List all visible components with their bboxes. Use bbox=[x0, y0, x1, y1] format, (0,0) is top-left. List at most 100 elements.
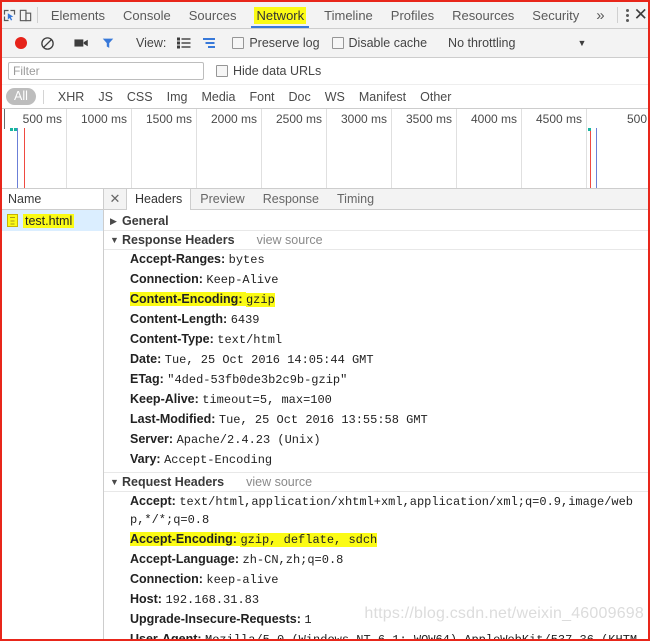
more-tabs-icon[interactable]: » bbox=[588, 2, 612, 28]
tab-sources[interactable]: Sources bbox=[180, 2, 246, 28]
tab-preview[interactable]: Preview bbox=[191, 189, 253, 209]
network-overview-timeline[interactable]: 500 ms 1000 ms 1500 ms 2000 ms 2500 ms 3… bbox=[2, 109, 648, 189]
kebab-menu-icon[interactable] bbox=[621, 2, 633, 28]
section-response-headers[interactable]: ▼ Response Headers view source bbox=[104, 231, 648, 250]
header-key: Connection: bbox=[130, 572, 203, 586]
type-filter-img[interactable]: Img bbox=[160, 90, 195, 104]
header-row: Vary: Accept-Encoding bbox=[104, 450, 648, 470]
type-filter-doc[interactable]: Doc bbox=[282, 90, 318, 104]
tab-timeline[interactable]: Timeline bbox=[315, 2, 382, 28]
timeline-tick: 1500 ms bbox=[145, 112, 192, 126]
close-icon[interactable]: ✕ bbox=[633, 2, 648, 28]
type-filter-manifest[interactable]: Manifest bbox=[352, 90, 413, 104]
record-button[interactable] bbox=[8, 30, 34, 56]
chevron-down-icon: ▼ bbox=[110, 477, 119, 487]
filter-bar: Hide data URLs bbox=[2, 58, 648, 85]
header-row: Last-Modified: Tue, 25 Oct 2016 13:55:58… bbox=[104, 410, 648, 430]
header-row: Server: Apache/2.4.23 (Unix) bbox=[104, 430, 648, 450]
timeline-tick: 3500 ms bbox=[405, 112, 452, 126]
section-general[interactable]: ▶ General bbox=[104, 212, 648, 231]
disable-cache-label: Disable cache bbox=[348, 36, 428, 50]
type-filter-media[interactable]: Media bbox=[194, 90, 242, 104]
type-filter-other[interactable]: Other bbox=[413, 90, 458, 104]
header-row: Connection: keep-alive bbox=[104, 570, 648, 590]
view-source-link-request[interactable]: view source bbox=[246, 475, 312, 489]
section-general-title: General bbox=[122, 214, 169, 228]
header-key: Host: bbox=[130, 592, 162, 606]
tab-security[interactable]: Security bbox=[523, 2, 588, 28]
timeline-tick: 2500 ms bbox=[275, 112, 322, 126]
type-filter-css[interactable]: CSS bbox=[120, 90, 160, 104]
chevron-down-icon: ▼ bbox=[110, 235, 119, 245]
header-value: gzip bbox=[245, 293, 275, 307]
hide-data-urls-box bbox=[216, 65, 228, 77]
chevron-right-icon: ▶ bbox=[110, 215, 117, 226]
header-row: Accept-Ranges: bytes bbox=[104, 250, 648, 270]
header-key: Server: bbox=[130, 432, 174, 446]
header-value: 192.168.31.83 bbox=[165, 593, 260, 607]
waterfall-view-icon[interactable] bbox=[197, 30, 223, 56]
clear-icon[interactable] bbox=[34, 30, 60, 56]
view-source-link-response[interactable]: view source bbox=[257, 233, 323, 247]
tab-elements[interactable]: Elements bbox=[42, 2, 114, 28]
header-value: text/html,application/xhtml+xml,applicat… bbox=[130, 495, 634, 527]
tab-profiles[interactable]: Profiles bbox=[382, 2, 443, 28]
tab-timing[interactable]: Timing bbox=[328, 189, 383, 209]
disable-cache-checkbox[interactable]: Disable cache bbox=[331, 36, 428, 50]
type-filter-bar: All XHR JS CSS Img Media Font Doc WS Man… bbox=[2, 85, 648, 109]
requests-column-header[interactable]: Name bbox=[2, 189, 103, 210]
timeline-tick: 500 ms bbox=[22, 112, 62, 126]
detail-close-icon[interactable]: ✕ bbox=[104, 189, 126, 209]
throttling-select[interactable]: No throttling ▼ bbox=[448, 36, 586, 50]
type-filter-font[interactable]: Font bbox=[243, 90, 282, 104]
section-request-headers-title: Request Headers bbox=[122, 475, 225, 489]
device-toolbar-icon[interactable] bbox=[18, 2, 34, 28]
network-toolbar: View: Preserve log Disable cache No thro… bbox=[2, 29, 648, 58]
tab-headers[interactable]: Headers bbox=[126, 189, 192, 210]
header-value: Tue, 25 Oct 2016 13:55:58 GMT bbox=[218, 413, 428, 427]
timeline-tick: 2000 ms bbox=[210, 112, 257, 126]
preserve-log-checkbox[interactable]: Preserve log bbox=[232, 36, 320, 50]
tab-console[interactable]: Console bbox=[114, 2, 180, 28]
hide-data-urls-checkbox[interactable]: Hide data URLs bbox=[216, 64, 321, 78]
overview-domcontent-line-start bbox=[17, 128, 18, 188]
filter-funnel-icon[interactable] bbox=[95, 30, 121, 56]
header-key: Accept-Language: bbox=[130, 552, 240, 566]
header-row: Accept-Language: zh-CN,zh;q=0.8 bbox=[104, 550, 648, 570]
type-filter-all[interactable]: All bbox=[6, 88, 36, 105]
header-value: timeout=5, max=100 bbox=[202, 393, 332, 407]
header-value: 6439 bbox=[230, 313, 260, 327]
tabbar-divider-right bbox=[616, 7, 618, 23]
tab-resources[interactable]: Resources bbox=[443, 2, 523, 28]
timeline-tick: 4000 ms bbox=[470, 112, 517, 126]
tab-network[interactable]: Network bbox=[245, 2, 315, 28]
camera-icon[interactable] bbox=[69, 30, 95, 56]
preserve-log-label: Preserve log bbox=[249, 36, 320, 50]
header-key: Upgrade-Insecure-Requests: bbox=[130, 612, 301, 626]
timeline-tick: 1000 ms bbox=[80, 112, 127, 126]
type-filter-ws[interactable]: WS bbox=[318, 90, 352, 104]
table-row[interactable]: test.html bbox=[2, 210, 103, 231]
type-filter-js[interactable]: JS bbox=[91, 90, 120, 104]
filter-input[interactable] bbox=[8, 62, 204, 80]
header-value: Keep-Alive bbox=[206, 273, 279, 287]
overview-request-marker bbox=[10, 128, 13, 131]
header-row: Content-Type: text/html bbox=[104, 330, 648, 350]
type-filter-xhr[interactable]: XHR bbox=[51, 90, 91, 104]
throttling-value: No throttling bbox=[448, 36, 516, 50]
header-value: Apache/2.4.23 (Unix) bbox=[176, 433, 321, 447]
header-key: Connection: bbox=[130, 272, 203, 286]
header-row: Host: 192.168.31.83 bbox=[104, 590, 648, 610]
header-key: Content-Encoding: bbox=[130, 292, 243, 306]
document-icon bbox=[7, 214, 18, 227]
request-detail-panel: ✕ Headers Preview Response Timing ▶ Gene… bbox=[104, 189, 648, 639]
header-row-content-encoding: Content-Encoding: gzip bbox=[104, 290, 648, 310]
request-name: test.html bbox=[23, 213, 75, 228]
inspect-element-icon[interactable] bbox=[2, 2, 18, 28]
timeline-tick: 3000 ms bbox=[340, 112, 387, 126]
overview-start-marker bbox=[4, 109, 5, 129]
section-request-headers[interactable]: ▼ Request Headers view source bbox=[104, 472, 648, 492]
list-view-icon[interactable] bbox=[171, 30, 197, 56]
tab-response[interactable]: Response bbox=[254, 189, 328, 209]
header-key: User-Agent: bbox=[130, 632, 202, 639]
